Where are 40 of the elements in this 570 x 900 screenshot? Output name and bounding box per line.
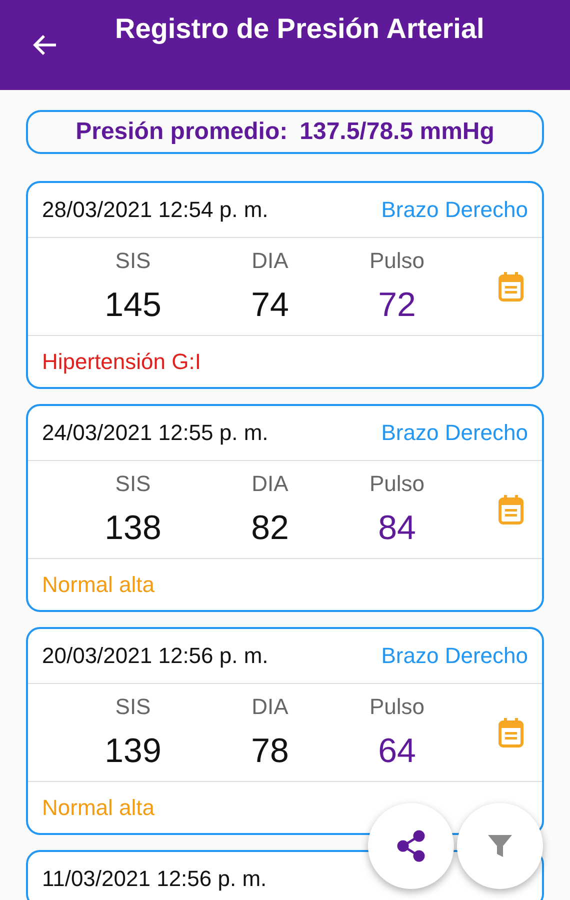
average-value: 137.5/78.5 mmHg: [300, 118, 494, 146]
measure-value: 84: [378, 509, 416, 548]
measure-label: DIA: [252, 248, 288, 274]
measure-value: 138: [104, 509, 162, 548]
measure-label: DIA: [252, 694, 288, 720]
measure-value: 64: [378, 732, 416, 771]
calendar-icon[interactable]: [498, 718, 524, 748]
measure-label: DIA: [252, 471, 288, 497]
reading-card[interactable]: 20/03/2021 12:56 p. m. Brazo Derecho SIS 139 DIA 78 Pulso 64 Normal alta: [26, 627, 544, 835]
measure-value: 74: [251, 286, 289, 325]
measure-label: Pulso: [369, 471, 425, 497]
date-time: 24/03/2021 12:55 p. m.: [42, 420, 268, 446]
reading-card[interactable]: 28/03/2021 12:54 p. m. Brazo Derecho SIS 145 DIA 74 Pulso 72 Hipertensión G:I: [26, 181, 544, 389]
status-text: Hipertensión G:I: [42, 348, 201, 374]
arm-label: Brazo Derecho: [381, 420, 528, 446]
measure-label: SIS: [115, 694, 151, 720]
arm-label: Brazo Derecho: [381, 197, 528, 223]
measure-value: 72: [378, 286, 416, 325]
back-icon[interactable]: [32, 34, 58, 56]
reading-card[interactable]: 24/03/2021 12:55 p. m. Brazo Derecho SIS 138 DIA 82 Pulso 84 Normal alta: [26, 404, 544, 612]
measure-label: Pulso: [369, 248, 425, 274]
date-time: 11/03/2021 12:56 p. m.: [42, 866, 267, 892]
date-time: 28/03/2021 12:54 p. m.: [42, 197, 268, 223]
measure-label: Pulso: [369, 694, 425, 720]
date-time: 20/03/2021 12:56 p. m.: [42, 643, 268, 669]
status-text: Normal alta: [42, 794, 154, 820]
measure-value: 82: [251, 509, 289, 548]
calendar-icon[interactable]: [498, 272, 524, 302]
screen-title: Registro de Presión Arterial: [115, 13, 484, 45]
filter-icon: [488, 833, 512, 859]
measure-label: SIS: [115, 248, 151, 274]
average-label: Presión promedio:: [76, 118, 288, 146]
arm-label: Brazo Derecho: [381, 643, 528, 669]
share-icon: [396, 830, 426, 862]
measure-label: SIS: [115, 471, 151, 497]
status-text: Normal alta: [42, 572, 154, 598]
measure-value: 78: [251, 732, 289, 771]
measure-value: 145: [104, 286, 162, 325]
calendar-icon[interactable]: [498, 494, 524, 524]
measure-value: 139: [104, 732, 162, 771]
